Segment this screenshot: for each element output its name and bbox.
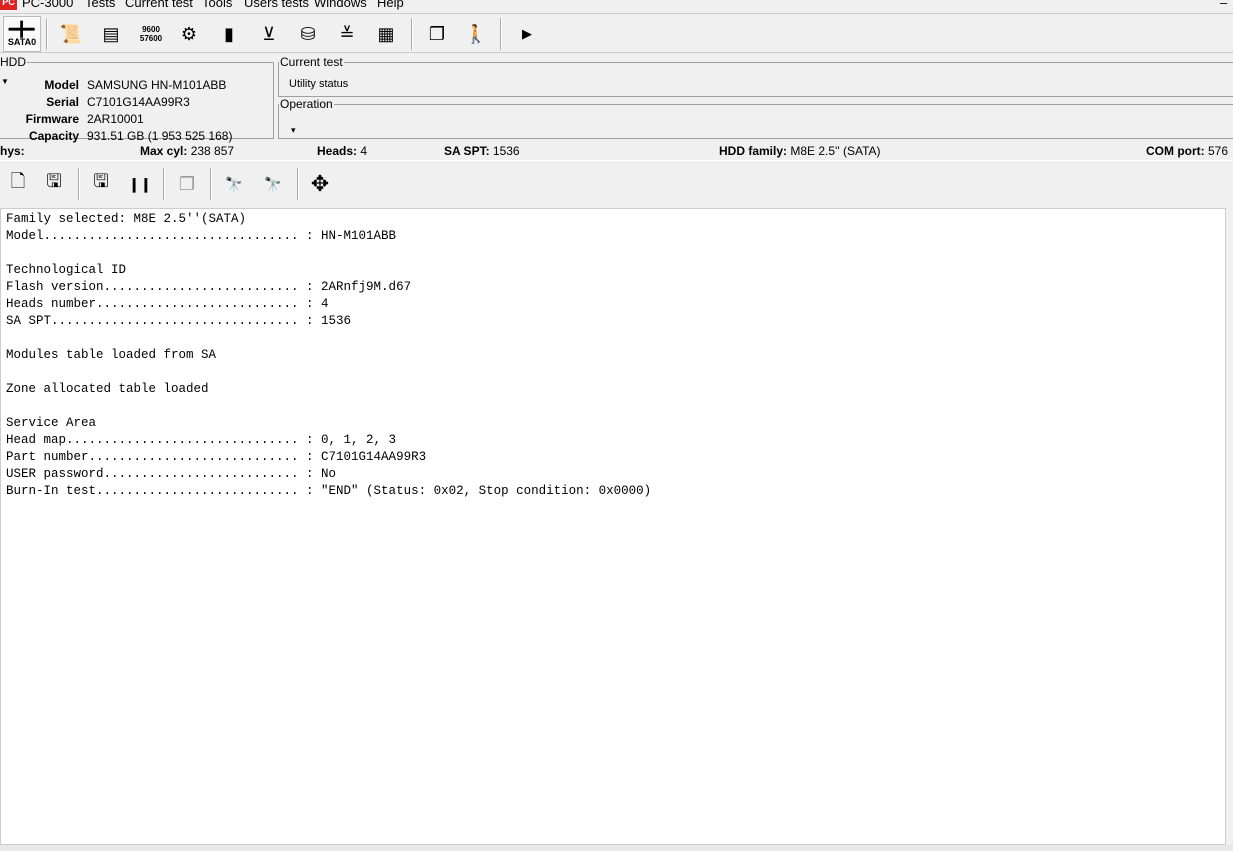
- load-disk-icon[interactable]: 🖫: [40, 170, 68, 198]
- menu-help[interactable]: Help: [377, 0, 404, 10]
- log-line: Heads number........................... …: [6, 297, 329, 311]
- log-line: Head map............................... …: [6, 433, 397, 447]
- sata-port-button[interactable]: ━╋━ SATA0: [3, 16, 41, 52]
- com-value: 576: [1208, 144, 1229, 158]
- family-value: M8E 2.5'' (SATA): [790, 144, 881, 158]
- app-logo: PC: [0, 0, 17, 10]
- log-line: Burn-In test........................... …: [6, 484, 652, 498]
- family-label: HDD family:: [719, 144, 788, 158]
- info-scroll-icon[interactable]: 📜: [57, 20, 85, 48]
- menu-app[interactable]: PC-3000: [22, 0, 73, 10]
- minimize-button[interactable]: –: [1220, 0, 1227, 10]
- menu-tools[interactable]: Tools: [202, 0, 232, 10]
- copy-icon: ❐: [178, 173, 196, 194]
- log-line: Flash version.......................... …: [6, 280, 412, 294]
- model-label: Model: [44, 78, 79, 92]
- baud-low: 9600: [142, 25, 160, 34]
- saspt-value: 1536: [492, 144, 520, 158]
- com-label: COM port:: [1146, 144, 1205, 158]
- ruler-icon[interactable]: ⊻: [255, 20, 283, 48]
- current-test-legend: Current test: [280, 55, 343, 69]
- heads-label: Heads:: [317, 144, 358, 158]
- chip-icon[interactable]: ▮: [215, 20, 243, 48]
- current-test-panel: Current test Utility status: [278, 55, 1233, 97]
- saspt-label: SA SPT:: [444, 144, 490, 158]
- menu-windows[interactable]: Windows: [314, 0, 367, 10]
- menu-bar: PC PC-3000 Tests Current test Tools User…: [0, 0, 1233, 12]
- horizontal-scrollbar[interactable]: [0, 845, 1233, 851]
- drive-card-icon[interactable]: ▤: [97, 20, 125, 48]
- status-line: hys: Max cyl: 238 857 Heads: 4 SA SPT: 1…: [0, 139, 1233, 161]
- log-line: SA SPT................................. …: [6, 314, 352, 328]
- hdd-legend: HDD: [0, 55, 26, 69]
- log-line: Family selected: M8E 2.5''(SATA): [6, 212, 247, 226]
- disk-drop-icon[interactable]: ⛁: [294, 20, 322, 48]
- heads-icon[interactable]: ≚: [333, 20, 361, 48]
- hdd-panel: HDD ▼ Model SAMSUNG HN-M101ABB Serial C7…: [0, 55, 274, 143]
- log-line: Modules table loaded from SA: [6, 348, 217, 362]
- firmware-label: Firmware: [25, 112, 79, 126]
- log-toolbar: 🗋 🖫 🖫 ❙❙ ❐ 🔭 🔭 ✥: [0, 162, 1233, 206]
- find-next-icon[interactable]: 🔭: [259, 170, 287, 198]
- log-line: Part number............................ …: [6, 450, 427, 464]
- baud-rate-icon[interactable]: 9600 57600: [137, 20, 165, 48]
- find-icon[interactable]: 🔭: [220, 170, 248, 198]
- log-line: Technological ID: [6, 263, 127, 277]
- menu-tests[interactable]: Tests: [85, 0, 115, 10]
- log-line: Service Area: [6, 416, 97, 430]
- log-output[interactable]: Family selected: M8E 2.5''(SATA) Model...…: [0, 208, 1226, 845]
- baud-high: 57600: [139, 34, 163, 43]
- main-toolbar: ━╋━ SATA0 📜 ▤ 9600 57600 ⚙ ▮ ⊻ ⛁ ≚ ▦ ❐ 🚶 ▶: [0, 13, 1233, 53]
- serial-label: Serial: [46, 95, 79, 109]
- log-line: USER password.......................... …: [6, 467, 337, 481]
- save-icon[interactable]: 🖫: [87, 170, 115, 198]
- maxcyl-label: Max cyl:: [140, 144, 188, 158]
- operation-dropdown[interactable]: ▾: [291, 125, 296, 136]
- menu-current-test[interactable]: Current test: [125, 0, 193, 10]
- exit-icon[interactable]: 🚶: [462, 20, 490, 48]
- phys-label: hys:: [0, 144, 25, 158]
- operation-legend: Operation: [280, 97, 333, 111]
- settings-disk-icon[interactable]: ⚙: [175, 20, 203, 48]
- grid-icon[interactable]: ▦: [372, 20, 400, 48]
- log-line: Model.................................. …: [6, 229, 397, 243]
- pause-icon[interactable]: ❙❙: [126, 170, 154, 198]
- model-value: SAMSUNG HN-M101ABB: [87, 78, 227, 92]
- firmware-value: 2AR10001: [87, 112, 144, 126]
- connector-icon: ━╋━: [9, 21, 35, 37]
- windows-icon[interactable]: ❐: [423, 20, 451, 48]
- maxcyl-value: 238 857: [190, 144, 235, 158]
- current-test-value: Utility status: [289, 78, 349, 90]
- log-line: Zone allocated table loaded: [6, 382, 209, 396]
- open-config-icon[interactable]: 🗋: [4, 170, 32, 198]
- move-arrows-icon[interactable]: ✥: [306, 170, 334, 198]
- play-icon[interactable]: ▶: [513, 20, 541, 48]
- operation-panel: Operation ▾: [278, 97, 1233, 139]
- heads-value: 4: [360, 144, 368, 158]
- serial-value: C7101G14AA99R3: [87, 95, 190, 109]
- menu-users-tests[interactable]: Users tests: [244, 0, 309, 10]
- vertical-scrollbar[interactable]: [1226, 208, 1233, 845]
- port-label: SATA0: [7, 37, 37, 47]
